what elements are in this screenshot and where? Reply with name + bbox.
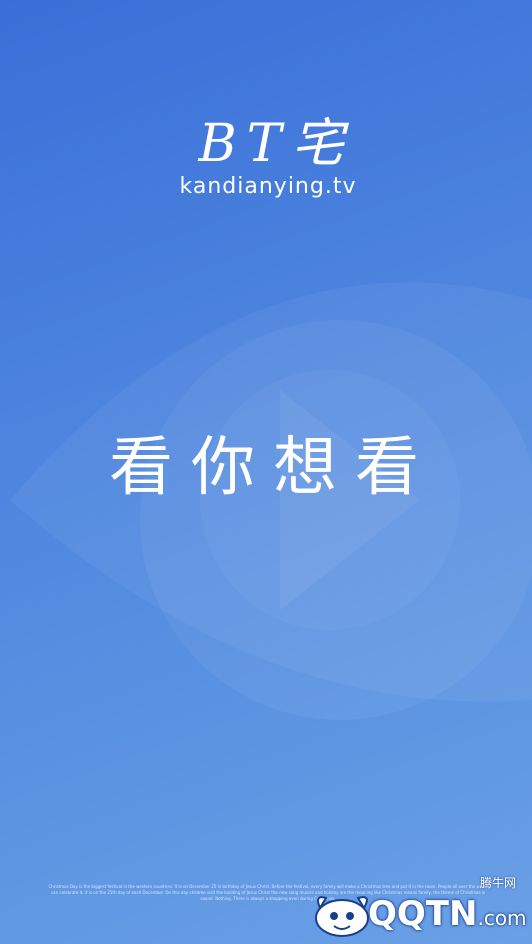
- splash-slogan: 看你想看: [109, 431, 437, 505]
- app-logo-domain: kandianying.tv: [179, 174, 357, 199]
- app-logo-title: BT宅: [198, 114, 354, 174]
- watermark-brand-name: QQTN: [368, 894, 478, 934]
- watermark-cn-label: 腾牛网: [479, 876, 516, 890]
- watermark: 腾牛网 QQTN.com: [312, 874, 527, 942]
- watermark-brand-suffix: .com: [477, 906, 527, 930]
- qqtn-mascot-icon: [315, 896, 369, 937]
- app-logo: BT宅 kandianying.tv: [0, 108, 532, 200]
- watermark-brand: QQTN.com: [368, 894, 527, 938]
